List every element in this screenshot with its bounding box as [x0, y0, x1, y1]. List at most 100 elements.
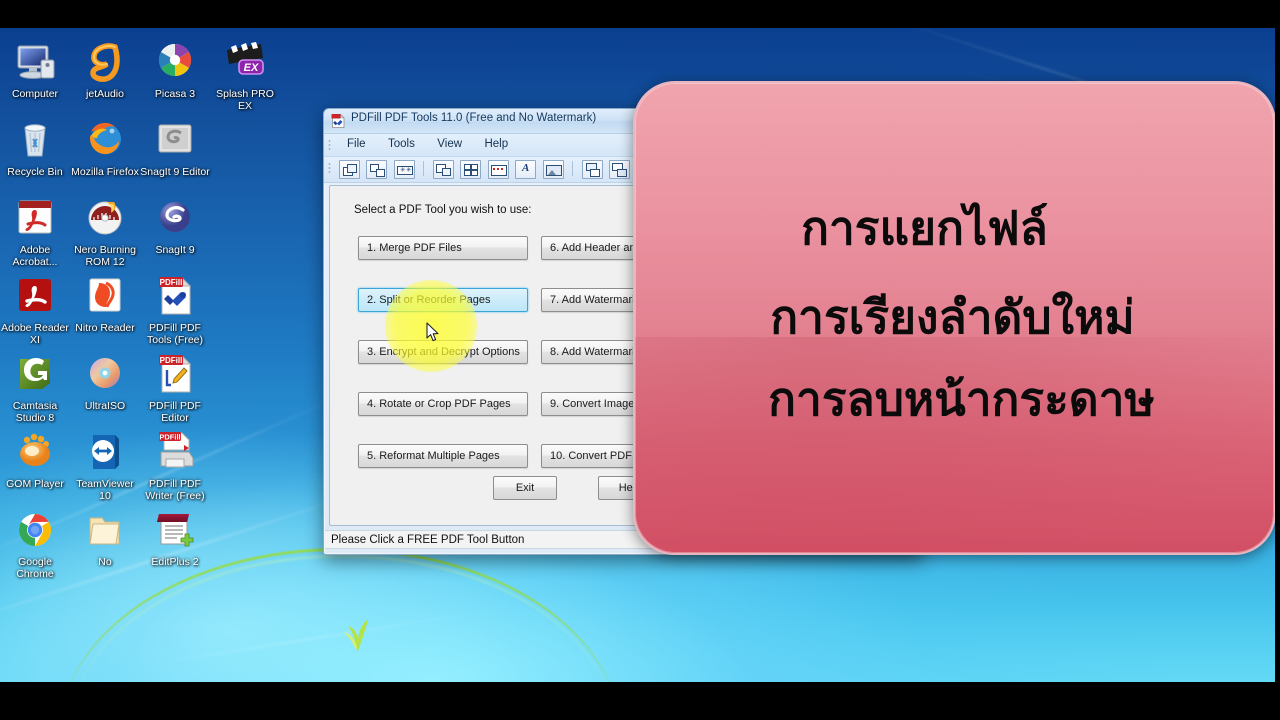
menu-item-tools[interactable]: Tools [379, 135, 424, 150]
adobe-reader-icon [11, 272, 59, 320]
desktop-icon-google-chrome[interactable]: Google Chrome [0, 506, 70, 580]
adobe-acrobat-icon [11, 194, 59, 242]
desktop-icon-pdfill-editor[interactable]: PDFill PDFill PDF Editor [140, 350, 210, 424]
watermark-image-icon[interactable] [542, 160, 564, 179]
pdf-to-image-icon[interactable] [608, 160, 630, 179]
screen-capture: Computer jetAudio Picasa 3 EX Splash PRO… [0, 0, 1280, 720]
desktop-icon-label: SnagIt 9 [155, 244, 195, 256]
desktop-icon-label: TeamViewer 10 [76, 478, 134, 502]
letterbox-bottom-bar [0, 682, 1280, 720]
desktop-icon-label: Recycle Bin [7, 166, 63, 178]
desktop-icon-label: PDFill PDF Editor [149, 400, 201, 424]
toolbar-drag-grip[interactable] [328, 162, 331, 174]
google-chrome-icon [11, 506, 59, 554]
desktop-icon-teamviewer[interactable]: TeamViewer 10 [70, 428, 140, 502]
desktop-icon-grid: Computer jetAudio Picasa 3 EX Splash PRO… [0, 28, 274, 682]
image-to-pdf-icon[interactable] [581, 160, 603, 179]
pdfill-editor-icon: PDFill [151, 350, 199, 398]
merge-pages-icon[interactable] [339, 160, 360, 179]
window-title: PDFill PDF Tools 11.0 (Free and No Water… [351, 112, 597, 124]
rotate-crop-icon[interactable] [432, 160, 454, 179]
exit-button[interactable]: Exit [493, 476, 557, 500]
menu-item-help[interactable]: Help [475, 135, 517, 150]
desktop-icon-label: UltraISO [84, 400, 126, 412]
nero-burning-rom-icon [81, 194, 129, 242]
desktop-icon-gom-player[interactable]: GOM Player [0, 428, 70, 491]
tool-button-merge-pdf-files[interactable]: 1. Merge PDF Files [358, 236, 528, 260]
picasa-icon [151, 38, 199, 86]
desktop-icon-nero-burning-rom[interactable]: Nero Burning ROM 12 [70, 194, 140, 268]
desktop-icon-computer[interactable]: Computer [0, 38, 70, 101]
pdfill-app-icon [331, 113, 345, 128]
desktop-icon-editplus[interactable]: EditPlus 2 [140, 506, 210, 569]
desktop-icon-adobe-acrobat[interactable]: Adobe Acrobat... [0, 194, 70, 268]
firefox-icon [81, 116, 129, 164]
desktop-icon-picasa[interactable]: Picasa 3 [140, 38, 210, 101]
desktop-icon-label: Adobe Acrobat... [12, 244, 58, 268]
teamviewer-icon [81, 428, 129, 476]
desktop-icon-label: Splash PRO EX [216, 88, 274, 112]
thai-caption-line-3: การลบหน้ากระดาษ [768, 373, 1155, 426]
desktop-icon-folder-no[interactable]: No [70, 506, 140, 569]
toolbar-separator [572, 161, 574, 176]
desktop-icon-label: EditPlus 2 [151, 556, 199, 568]
desktop-icon-label: PDFill PDF Writer (Free) [145, 478, 205, 502]
snagit-editor-icon [151, 116, 199, 164]
desktop-icon-label: No [98, 556, 112, 568]
desktop-icon-jetaudio[interactable]: jetAudio [70, 38, 140, 101]
letterbox-right-bar [1275, 0, 1280, 720]
snagit-icon [151, 194, 199, 242]
thai-caption-lines: การแยกไฟล์ การเรียงลำดับใหม่ การลบหน้ากร… [635, 83, 1274, 553]
folder-icon [81, 506, 129, 554]
recycle-bin-icon [11, 116, 59, 164]
pdfill-writer-icon: PDFill [151, 428, 199, 476]
header-footer-icon[interactable] [487, 160, 509, 179]
menu-item-view[interactable]: View [428, 135, 471, 150]
gom-player-icon [11, 428, 59, 476]
tool-button-rotate-or-crop-pdf-pages[interactable]: 4. Rotate or Crop PDF Pages [358, 392, 528, 416]
desktop-icon-snagit[interactable]: SnagIt 9 [140, 194, 210, 257]
svg-text:EX: EX [244, 62, 259, 74]
desktop-icon-snagit-editor[interactable]: SnagIt 9 Editor [140, 116, 210, 179]
desktop-icon-label: GOM Player [6, 478, 64, 490]
tool-button-encrypt-decrypt-options[interactable]: 3. Encrypt and Decrypt Options [358, 340, 528, 364]
desktop-icon-label: Camtasia Studio 8 [12, 400, 58, 424]
desktop-icon-label: Computer [11, 88, 59, 100]
desktop-icon-label: Picasa 3 [154, 88, 196, 100]
editplus-icon [151, 506, 199, 554]
wallpaper-leaf-icon [344, 619, 368, 651]
thai-caption-line-1: การแยกไฟล์ [801, 201, 1048, 254]
desktop-icon-camtasia[interactable]: Camtasia Studio 8 [0, 350, 70, 424]
desktop-icon-ultraiso[interactable]: UltraISO [70, 350, 140, 413]
letterbox-top-bar [0, 0, 1280, 28]
desktop-icon-label: Nero Burning ROM 12 [74, 244, 136, 268]
reformat-pages-icon[interactable] [460, 160, 482, 179]
jetaudio-icon [81, 38, 129, 86]
desktop-icon-splash-pro-ex[interactable]: EX Splash PRO EX [210, 38, 280, 112]
ultraiso-icon [81, 350, 129, 398]
desktop-icon-adobe-reader[interactable]: Adobe Reader XI [0, 272, 70, 346]
menu-item-file[interactable]: File [338, 135, 375, 150]
desktop-icon-label: PDFill PDF Tools (Free) [146, 322, 203, 346]
desktop-icon-firefox[interactable]: Mozilla Firefox [70, 116, 140, 179]
desktop-icon-label: Google Chrome [16, 556, 54, 580]
svg-text:PDFill: PDFill [160, 356, 183, 365]
split-pages-icon[interactable] [366, 160, 388, 179]
computer-icon [11, 38, 59, 86]
desktop-icon-label: Mozilla Firefox [71, 166, 139, 178]
desktop-icon-recycle-bin[interactable]: Recycle Bin [0, 116, 70, 179]
thai-caption-panel: การแยกไฟล์ การเรียงลำดับใหม่ การลบหน้ากร… [633, 81, 1276, 555]
pdfill-tools-icon: PDFill [151, 272, 199, 320]
desktop-icon-nitro-reader[interactable]: Nitro Reader [70, 272, 140, 335]
toolbar-separator [423, 161, 425, 176]
encrypt-icon[interactable]: ✳✳ [393, 160, 415, 179]
desktop-icon-label: Adobe Reader XI [1, 322, 69, 346]
desktop-icon-pdfill-writer[interactable]: PDFill PDFill PDF Writer (Free) [140, 428, 210, 502]
watermark-text-icon[interactable]: A [515, 160, 537, 179]
menu-drag-grip[interactable] [328, 139, 331, 151]
camtasia-icon [11, 350, 59, 398]
desktop-icon-pdfill-tools[interactable]: PDFill PDFill PDF Tools (Free) [140, 272, 210, 346]
tool-button-split-or-reorder-pages[interactable]: 2. Split or Reorder Pages [358, 288, 528, 312]
tool-button-reformat-multiple-pages[interactable]: 5. Reformat Multiple Pages [358, 444, 528, 468]
tool-hint-label: Select a PDF Tool you wish to use: [354, 204, 532, 216]
